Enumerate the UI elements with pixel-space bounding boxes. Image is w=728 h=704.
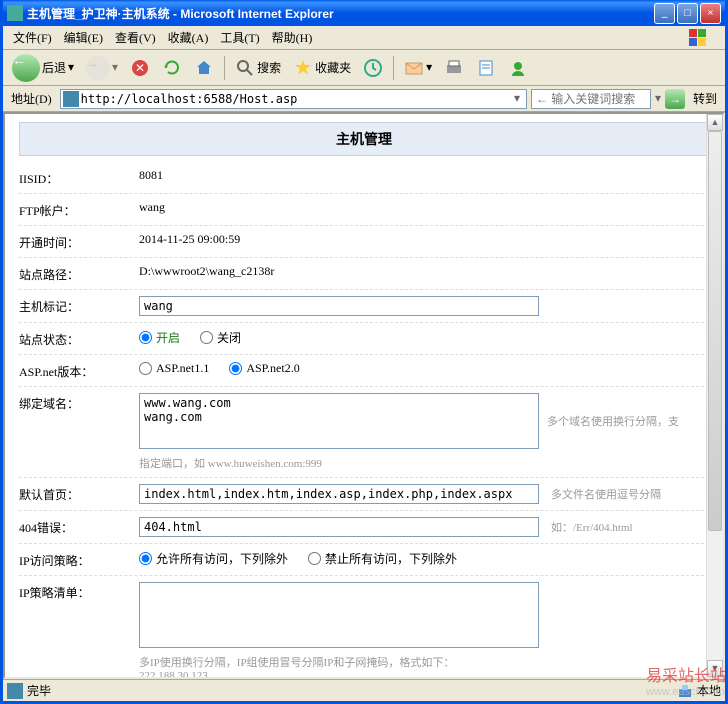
bind-domain-hint: 指定端口，如 www.huweishen.com:999 <box>139 455 709 471</box>
default-page-input[interactable] <box>139 484 539 504</box>
menu-edit[interactable]: 编辑(E) <box>58 27 109 48</box>
chevron-down-icon: ▾ <box>426 60 432 75</box>
site-status-label: 站点状态： <box>19 329 139 348</box>
favorites-label: 收藏夹 <box>315 59 351 76</box>
open-time-label: 开通时间： <box>19 232 139 251</box>
minimize-button[interactable]: _ <box>654 3 675 24</box>
stop-button[interactable]: ✕ <box>125 54 155 82</box>
statusbar: 完毕 本地 <box>3 679 725 701</box>
refresh-button[interactable] <box>157 54 187 82</box>
ip-list-textarea[interactable] <box>139 582 539 648</box>
titlebar: 主机管理_护卫神·主机系统 - Microsoft Internet Explo… <box>3 0 725 26</box>
page-title: 主机管理 <box>19 122 709 156</box>
bind-domain-textarea[interactable]: www.wang.com wang.com <box>139 393 539 449</box>
aspnet-v2-label: ASP.net2.0 <box>246 361 299 376</box>
status-off-label: 关闭 <box>217 329 241 346</box>
addressbar: 地址(D) ▾ ▾ → 转到 <box>3 86 725 112</box>
keyword-search-input[interactable] <box>531 89 651 109</box>
search-button[interactable]: 搜索 <box>230 54 286 82</box>
ftp-value: wang <box>139 200 709 215</box>
aspnet-label: ASP.net版本： <box>19 361 139 380</box>
mail-button[interactable]: ▾ <box>399 54 437 82</box>
home-button[interactable] <box>189 54 219 82</box>
nav-forward-button[interactable]: → ▾ <box>81 54 123 82</box>
scroll-up-button[interactable]: ▲ <box>707 114 723 131</box>
address-input[interactable] <box>81 92 510 106</box>
aspnet-v2-radio[interactable] <box>229 362 242 375</box>
history-button[interactable] <box>358 54 388 82</box>
menu-favorites[interactable]: 收藏(A) <box>162 27 215 48</box>
back-arrow-icon: ← <box>12 54 40 82</box>
favorites-button[interactable]: 收藏夹 <box>288 54 356 82</box>
err404-hint: 如：/Err/404.html <box>551 519 633 535</box>
ip-deny-label: 禁止所有访问，下列除外 <box>325 550 457 567</box>
edit-button[interactable] <box>471 54 501 82</box>
ip-allow-radio[interactable] <box>139 552 152 565</box>
status-on-radio[interactable] <box>139 331 152 344</box>
search-label: 搜索 <box>257 59 281 76</box>
menubar: 文件(F) 编辑(E) 查看(V) 收藏(A) 工具(T) 帮助(H) <box>3 26 725 50</box>
ip-allow-label: 允许所有访问，下列除外 <box>156 550 288 567</box>
forward-arrow-icon: → <box>86 56 110 80</box>
menu-tools[interactable]: 工具(T) <box>214 27 265 48</box>
status-page-icon <box>7 683 23 699</box>
svg-text:✕: ✕ <box>135 61 145 75</box>
status-off-radio[interactable] <box>200 331 213 344</box>
close-button[interactable]: × <box>700 3 721 24</box>
ip-list-label: IP策略清单： <box>19 582 139 601</box>
scroll-thumb[interactable] <box>708 131 722 531</box>
site-path-value: D:\wwwroot2\wang_c2138r <box>139 264 709 279</box>
scroll-down-button[interactable]: ▼ <box>707 660 723 677</box>
err404-input[interactable] <box>139 517 539 537</box>
go-button[interactable]: → <box>665 89 685 109</box>
status-zone: 本地 <box>697 682 721 699</box>
print-button[interactable] <box>439 54 469 82</box>
iisid-label: IISID： <box>19 168 139 187</box>
content-area: 主机管理 IISID： 8081 FTP帐户： wang 开通时间： 2014-… <box>3 112 725 679</box>
site-path-label: 站点路径： <box>19 264 139 283</box>
aspnet-v1-radio[interactable] <box>139 362 152 375</box>
chevron-down-icon: ▾ <box>112 60 118 75</box>
menu-file[interactable]: 文件(F) <box>7 27 58 48</box>
err404-label: 404错误： <box>19 517 139 536</box>
host-id-input[interactable] <box>139 296 539 316</box>
address-dropdown-icon[interactable]: ▾ <box>510 91 524 106</box>
messenger-button[interactable] <box>503 54 533 82</box>
vertical-scrollbar[interactable]: ▲ ▼ <box>706 114 723 677</box>
default-page-hint: 多文件名使用逗号分隔 <box>551 486 661 502</box>
open-time-value: 2014-11-25 09:00:59 <box>139 232 709 247</box>
maximize-button[interactable]: □ <box>677 3 698 24</box>
menu-help[interactable]: 帮助(H) <box>266 27 319 48</box>
bind-domain-hint2: 多个域名使用换行分隔，支 <box>547 413 679 429</box>
zone-icon <box>677 683 693 699</box>
address-label: 地址(D) <box>7 90 56 107</box>
ftp-label: FTP帐户： <box>19 200 139 219</box>
bind-domain-label: 绑定域名： <box>19 393 139 412</box>
app-icon <box>7 5 23 21</box>
host-id-label: 主机标记： <box>19 296 139 315</box>
default-page-label: 默认首页： <box>19 484 139 503</box>
iisid-value: 8081 <box>139 168 709 183</box>
nav-back-button[interactable]: ← 后退 ▾ <box>7 54 79 82</box>
toolbar: ← 后退 ▾ → ▾ ✕ 搜索 收藏夹 ▾ <box>3 50 725 86</box>
chevron-down-icon: ▾ <box>68 60 74 75</box>
page-icon <box>63 91 79 107</box>
menu-view[interactable]: 查看(V) <box>109 27 162 48</box>
ip-policy-label: IP访问策略： <box>19 550 139 569</box>
address-input-wrap[interactable]: ▾ <box>60 89 527 109</box>
status-on-label: 开启 <box>156 329 180 346</box>
status-text: 完毕 <box>27 682 51 699</box>
back-label: 后退 <box>42 59 66 76</box>
ip-list-hint: 多IP使用换行分隔，IP组使用冒号分隔IP和子网掩码，格式如下： 222.188… <box>139 654 709 679</box>
window-title: 主机管理_护卫神·主机系统 - Microsoft Internet Explo… <box>27 5 654 22</box>
search-dropdown-icon[interactable]: ▾ <box>655 91 661 106</box>
aspnet-v1-label: ASP.net1.1 <box>156 361 209 376</box>
go-label: 转到 <box>689 90 721 107</box>
ip-deny-radio[interactable] <box>308 552 321 565</box>
ie-logo-icon <box>681 28 721 48</box>
